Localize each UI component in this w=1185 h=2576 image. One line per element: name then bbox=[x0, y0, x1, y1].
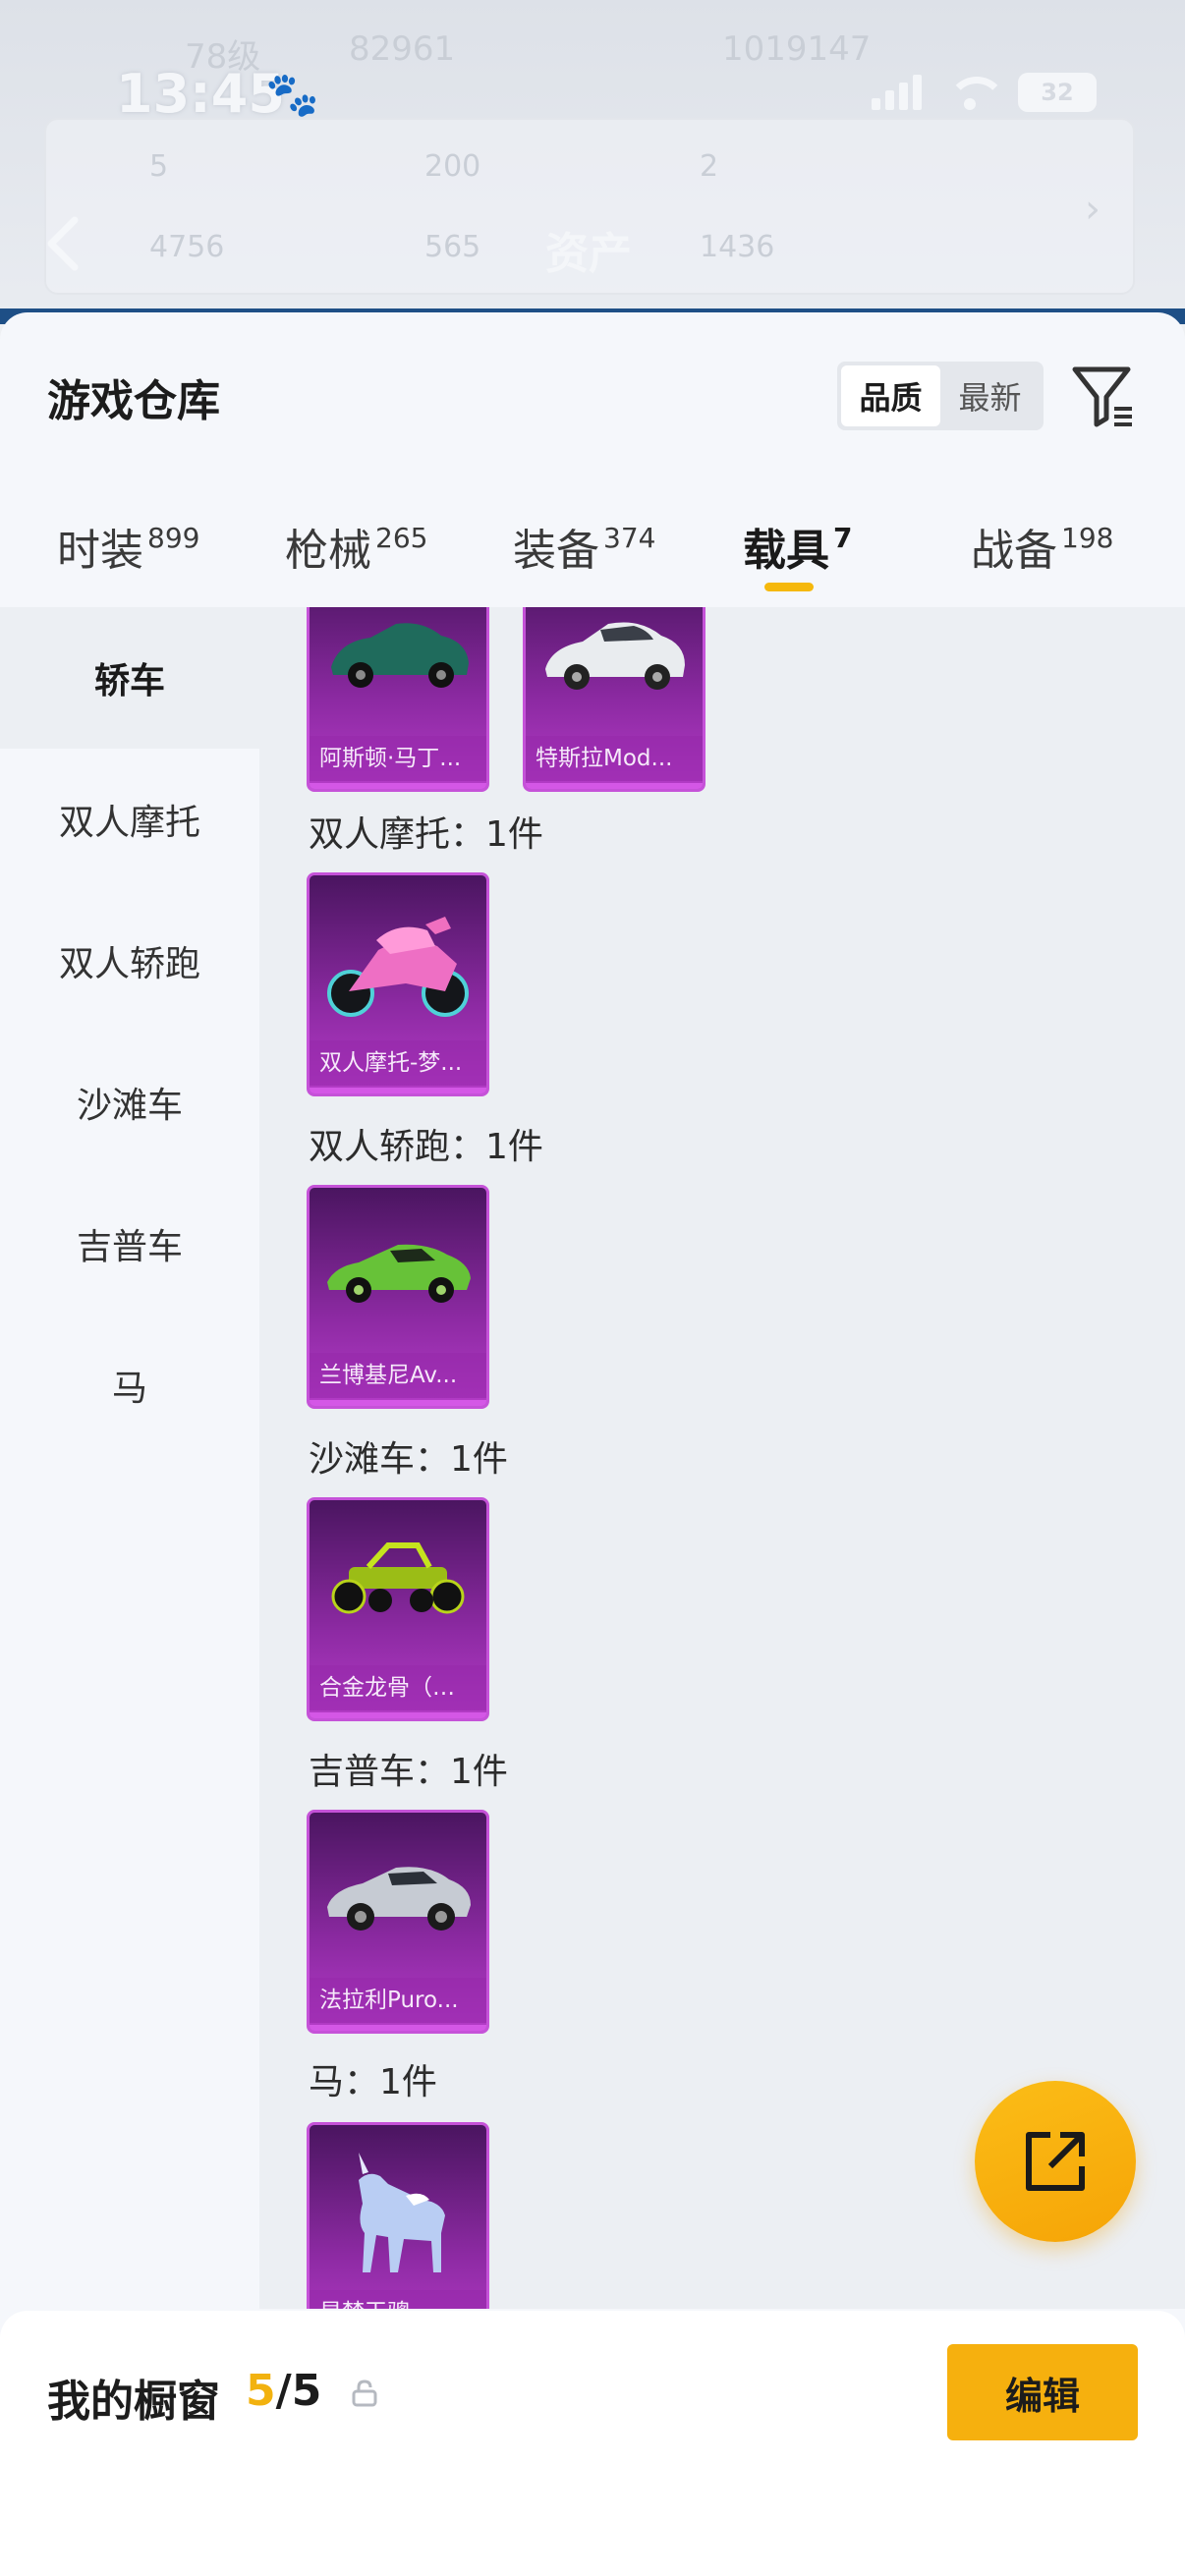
sidebar-item-double-motorbike[interactable]: 双人摩托 bbox=[0, 749, 259, 890]
item-card[interactable]: 合金龙骨（绿） bbox=[307, 1497, 489, 1721]
tab-count: 374 bbox=[603, 522, 656, 554]
faded-value: 1019147 bbox=[722, 29, 872, 69]
status-icons: 32 bbox=[872, 73, 1097, 112]
item-card[interactable]: 双人摩托-梦... bbox=[307, 872, 489, 1096]
tab-count: 899 bbox=[147, 522, 200, 554]
motorbike-image bbox=[327, 917, 469, 1017]
showcase-bar: 我的橱窗 5/5 编辑 bbox=[0, 2311, 1185, 2576]
tab-label: 时装 bbox=[57, 526, 143, 576]
group-label-buggy: 沙滩车：1件 bbox=[309, 1439, 508, 1480]
item-name: 特斯拉Mod... bbox=[526, 736, 703, 781]
tab-label: 装备 bbox=[513, 526, 599, 576]
faded-value: 2 bbox=[700, 149, 719, 184]
item-name: 双人摩托-梦... bbox=[310, 1040, 486, 1086]
car-image bbox=[327, 1867, 471, 1931]
item-card[interactable]: 法拉利Puro... bbox=[307, 1810, 489, 2034]
back-arrow-icon[interactable] bbox=[43, 214, 83, 271]
showcase-current: 5 bbox=[246, 2366, 276, 2416]
share-icon bbox=[1026, 2132, 1085, 2191]
tab-count: 265 bbox=[375, 522, 428, 554]
tab-label: 枪械 bbox=[285, 526, 371, 576]
sheet-title: 游戏仓库 bbox=[47, 376, 220, 426]
item-name: 星梦玉骢 bbox=[310, 2290, 486, 2309]
chevron-right-icon: › bbox=[1085, 187, 1100, 232]
tab-vehicles[interactable]: 载具 7 bbox=[743, 515, 852, 578]
item-card[interactable]: 兰博基尼Av... bbox=[307, 1185, 489, 1409]
background-title: 资产 bbox=[545, 229, 632, 279]
paw-icon: 🐾 bbox=[265, 70, 319, 120]
sidebar-item-jeep[interactable]: 吉普车 bbox=[0, 1173, 259, 1315]
faded-value: 5 bbox=[149, 149, 169, 184]
item-card[interactable]: 星梦玉骢 bbox=[307, 2122, 489, 2309]
group-label-jeep: 吉普车：1件 bbox=[309, 1752, 508, 1792]
sidebar-item-sedan[interactable]: 轿车 bbox=[0, 607, 259, 749]
car-image bbox=[331, 623, 469, 688]
item-name: 阿斯顿·马丁... bbox=[310, 736, 486, 781]
tab-equipment[interactable]: 装备 374 bbox=[513, 515, 655, 578]
showcase-label: 我的橱窗 bbox=[47, 2377, 220, 2427]
horse-image bbox=[359, 2153, 445, 2272]
showcase-count: 5/5 bbox=[246, 2366, 321, 2416]
vehicle-list: 阿斯顿·马丁... 特斯拉Mod... 双人摩托：1件 双人摩托-梦... 双人… bbox=[259, 607, 1185, 2309]
group-label-double-motorbike: 双人摩托：1件 bbox=[309, 814, 543, 855]
warehouse-sheet: 游戏仓库 品质 最新 时装 899 枪械 265 装备 374 载具 7 战备 198 轿… bbox=[0, 312, 1185, 2576]
sort-latest-button[interactable]: 最新 bbox=[940, 365, 1040, 426]
tab-battle-gear[interactable]: 战备 198 bbox=[971, 515, 1113, 578]
sidebar-item-buggy[interactable]: 沙滩车 bbox=[0, 1032, 259, 1173]
faded-value: 4756 bbox=[149, 230, 225, 264]
item-name: 兰博基尼Av... bbox=[310, 1353, 486, 1398]
status-time: 13:45 bbox=[116, 63, 285, 125]
lock-icon bbox=[352, 2380, 377, 2411]
car-image bbox=[327, 1244, 471, 1303]
group-label-double-sportscar: 双人轿跑：1件 bbox=[309, 1127, 543, 1167]
tab-count: 7 bbox=[833, 522, 853, 554]
tab-fashion[interactable]: 时装 899 bbox=[57, 515, 199, 578]
tab-label: 战备 bbox=[971, 526, 1057, 576]
item-card[interactable]: 阿斯顿·马丁... bbox=[307, 607, 489, 792]
buggy-image bbox=[331, 1542, 465, 1614]
tab-label: 载具 bbox=[743, 526, 829, 576]
item-name: 合金龙骨（绿） bbox=[310, 1665, 486, 1710]
sidebar-item-double-sportscar[interactable]: 双人轿跑 bbox=[0, 890, 259, 1032]
tab-guns[interactable]: 枪械 265 bbox=[285, 515, 427, 578]
wifi-icon bbox=[947, 75, 1006, 110]
faded-value: 82961 bbox=[349, 29, 456, 69]
share-button[interactable] bbox=[975, 2081, 1136, 2242]
group-label-horse: 马：1件 bbox=[309, 2062, 437, 2102]
faded-value: 565 bbox=[424, 230, 481, 264]
faded-value: 1436 bbox=[700, 230, 775, 264]
sort-toggle: 品质 最新 bbox=[837, 362, 1044, 430]
sidebar-item-horse[interactable]: 马 bbox=[0, 1315, 259, 1456]
background-header: 78级 82961 1019147 13:45 🐾 32 5 200 2 475… bbox=[0, 0, 1185, 324]
battery-icon: 32 bbox=[1018, 73, 1097, 112]
category-tabs: 时装 899 枪械 265 装备 374 载具 7 战备 198 bbox=[0, 489, 1185, 607]
vehicle-type-sidebar: 轿车 双人摩托 双人轿跑 沙滩车 吉普车 马 bbox=[0, 607, 259, 2326]
showcase-total: 5 bbox=[291, 2366, 322, 2416]
active-tab-indicator bbox=[764, 583, 814, 591]
sort-quality-button[interactable]: 品质 bbox=[841, 365, 940, 426]
showcase-separator: / bbox=[275, 2366, 292, 2416]
item-name: 法拉利Puro... bbox=[310, 1978, 486, 2023]
item-card[interactable]: 特斯拉Mod... bbox=[523, 607, 705, 792]
tab-count: 198 bbox=[1061, 522, 1114, 554]
signal-icon bbox=[872, 75, 922, 110]
faded-value: 200 bbox=[424, 149, 481, 184]
car-image bbox=[545, 622, 685, 690]
edit-button[interactable]: 编辑 bbox=[947, 2344, 1138, 2440]
filter-icon[interactable] bbox=[1071, 362, 1136, 430]
